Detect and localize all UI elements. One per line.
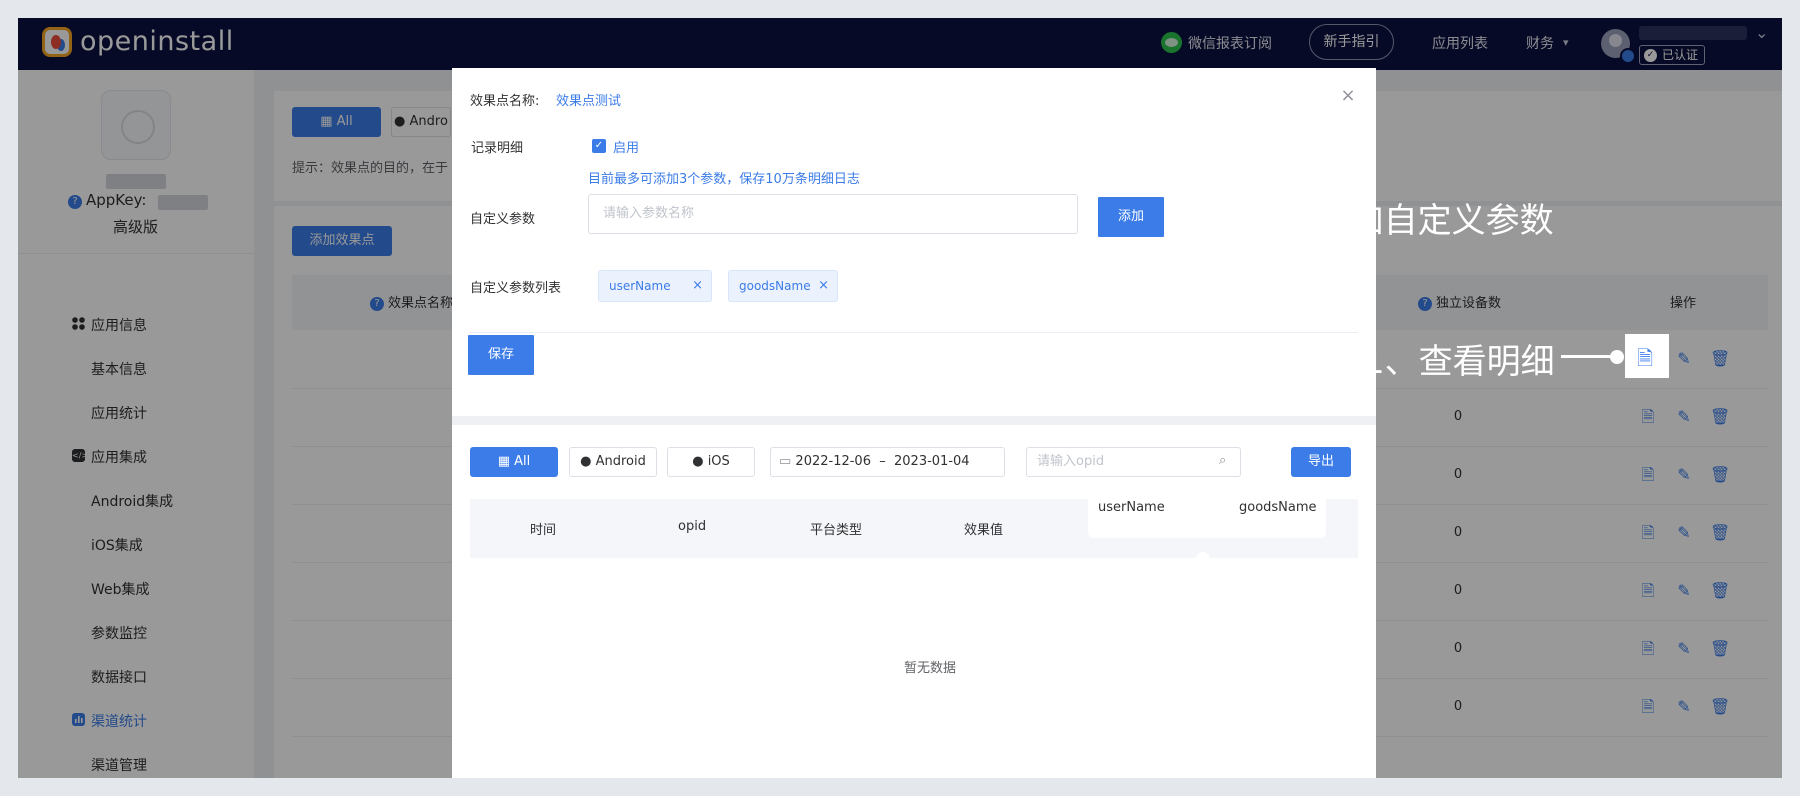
col-goodsname: goodsName — [1239, 500, 1317, 515]
android-icon: ● — [580, 454, 596, 469]
record-checkbox[interactable]: ✓ — [592, 139, 606, 153]
detail-filter-all[interactable]: ▦ All — [470, 447, 558, 477]
annotation-dot — [1610, 350, 1624, 364]
record-label: 记录明细 — [471, 141, 524, 156]
grid-icon: ▦ — [497, 454, 515, 469]
custom-param-columns-highlight: userName goodsName — [1088, 481, 1326, 538]
date-start: 2022-12-06 — [795, 454, 871, 469]
date-separator: – — [879, 454, 886, 469]
tag-label: userName — [609, 279, 671, 293]
empty-state: 暂无数据 — [904, 661, 957, 676]
record-enable-label: 启用 — [613, 141, 640, 156]
close-icon[interactable]: × — [818, 271, 829, 301]
col-username: userName — [1098, 500, 1165, 515]
col-platform: 平台类型 — [810, 523, 863, 538]
param-tag-username: userName × — [598, 270, 712, 302]
annotation-line — [555, 354, 611, 357]
annotation-line — [1561, 355, 1617, 358]
param-tag-goodsname: goodsName × — [728, 270, 838, 302]
annotation-step1: 1、查看明细 — [1363, 342, 1555, 382]
param-name-input[interactable]: 请输入参数名称 — [588, 194, 1078, 234]
annotation-line — [1184, 216, 1248, 219]
detail-filter-android[interactable]: ● Android — [569, 447, 657, 477]
annotation-step4: 4、保存参数 — [622, 340, 814, 380]
detail-filter-ios[interactable]: ● iOS — [667, 447, 755, 477]
apple-icon: ● — [692, 454, 708, 469]
date-end: 2023-01-04 — [894, 454, 970, 469]
custom-param-label: 自定义参数 — [470, 212, 536, 227]
save-param-button[interactable]: 保存 — [466, 333, 536, 377]
effect-name-value: 效果点测试 — [556, 94, 622, 109]
modal-divider — [470, 332, 1358, 333]
annotation-line — [682, 146, 730, 149]
col-opid: opid — [678, 519, 707, 534]
calendar-icon: ▭ — [779, 454, 796, 469]
export-button[interactable]: 导出 — [1291, 447, 1351, 477]
detail-filter-ios-label: iOS — [707, 454, 730, 469]
param-list-label: 自定义参数列表 — [470, 281, 562, 296]
col-time: 时间 — [530, 523, 557, 538]
view-detail-highlight: 🗎 — [1625, 334, 1669, 378]
opid-search-input[interactable]: 请输入opid — [1026, 447, 1241, 477]
annotation-step2: 2、启用开关 — [741, 131, 933, 171]
record-toggle-highlight: 记录明细 ✓ 启用 — [465, 127, 663, 165]
date-range-picker[interactable]: ▭ 2022-12-06 – 2023-01-04 — [770, 447, 1005, 477]
document-icon[interactable]: 🗎 — [1637, 344, 1653, 378]
section-separator — [452, 416, 1376, 425]
col-effect-value: 效果值 — [964, 523, 1004, 538]
detail-filter-android-label: Android — [595, 454, 646, 469]
detail-filter-all-label: All — [514, 454, 531, 469]
annotation-step3: 3、添加自定义参数 — [1260, 201, 1554, 241]
search-icon[interactable]: ⌕ — [1219, 453, 1226, 468]
effect-name-label: 效果点名称: — [470, 94, 540, 109]
add-param-button[interactable]: 添加 — [1096, 195, 1166, 239]
tag-label: goodsName — [739, 279, 811, 293]
close-icon[interactable]: × — [692, 271, 703, 301]
annotation-line — [1202, 562, 1205, 614]
app-frame: openinstall 微信报表订阅 新手指引 应用列表 财务 ▾ ✓ 已认证 ⌄… — [18, 18, 1782, 778]
annotation-step5: 5、自定义参数详情 — [1060, 640, 1354, 680]
close-icon[interactable]: × — [1338, 86, 1358, 106]
